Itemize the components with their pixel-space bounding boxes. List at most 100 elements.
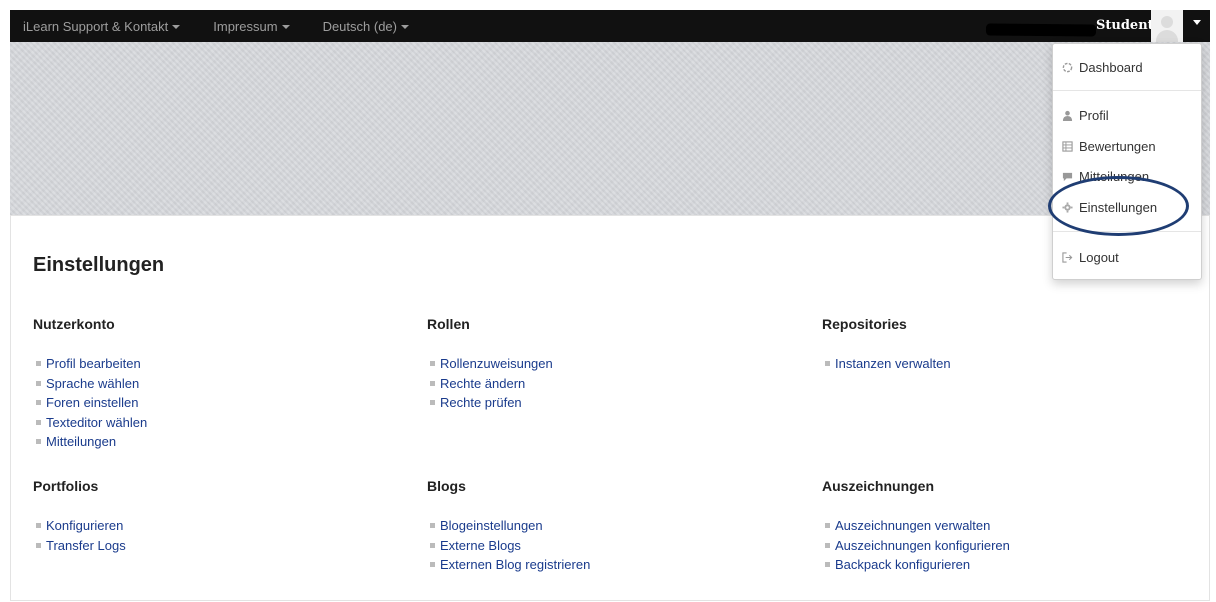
user-menu-toggle[interactable] [1186,10,1208,42]
list-item: Externe Blogs [427,536,590,556]
caret-down-icon [172,25,181,29]
link-rechte-pruefen[interactable]: Rechte prüfen [440,393,522,413]
menu-item-label: Einstellungen [1079,199,1158,215]
top-navbar: iLearn Support & Kontakt Impressum Deuts… [10,10,1210,42]
link-list: Konfigurieren Transfer Logs [33,516,126,555]
section-rollen: Rollen Rollenzuweisungen Rechte ändern R… [427,316,553,413]
list-item: Profil bearbeiten [33,354,147,374]
list-item: Transfer Logs [33,536,126,556]
caret-down-icon [1193,20,1201,25]
menu-item-profil[interactable]: Profil [1053,103,1201,127]
link-blogeinstellungen[interactable]: Blogeinstellungen [440,516,543,536]
nav-item-label: iLearn Support & Kontakt [23,18,169,34]
section-title: Blogs [427,478,466,494]
link-konfigurieren[interactable]: Konfigurieren [46,516,123,536]
link-externen-blog-registrieren[interactable]: Externen Blog registrieren [440,555,590,575]
link-backpack-konfigurieren[interactable]: Backpack konfigurieren [835,555,970,575]
redacted-name [985,23,1097,37]
bullet-icon [430,523,435,529]
bullet-icon [36,439,41,445]
menu-item-einstellungen[interactable]: Einstellungen [1053,195,1201,219]
section-title: Repositories [822,316,907,332]
menu-divider [1053,90,1201,91]
list-item: Backpack konfigurieren [822,555,1010,575]
bullet-icon [36,361,41,367]
bullet-icon [430,380,435,386]
list-item: Blogeinstellungen [427,516,590,536]
menu-item-label: Dashboard [1079,59,1143,75]
link-auszeichnungen-verwalten[interactable]: Auszeichnungen verwalten [835,516,990,536]
menu-item-dashboard[interactable]: Dashboard [1053,55,1201,79]
nav-item-support[interactable]: iLearn Support & Kontakt [10,19,186,34]
list-item: Rollenzuweisungen [427,354,553,374]
link-list: Profil bearbeiten Sprache wählen Foren e… [33,354,147,452]
bullet-icon [36,523,41,529]
link-profil-bearbeiten[interactable]: Profil bearbeiten [46,354,141,374]
menu-item-label: Logout [1079,249,1119,265]
user-dropdown-menu: Dashboard Profil Bewertungen Mitteilunge… [1052,43,1202,280]
menu-item-label: Mitteilungen [1079,168,1150,184]
avatar[interactable] [1151,10,1183,42]
list-item: Auszeichnungen verwalten [822,516,1010,536]
user-name[interactable]: Student [1096,10,1154,42]
bullet-icon [36,419,41,425]
section-blogs: Blogs Blogeinstellungen Externe Blogs Ex… [427,478,590,575]
link-rechte-aendern[interactable]: Rechte ändern [440,374,525,394]
menu-item-label: Bewertungen [1079,138,1156,154]
list-item: Rechte ändern [427,374,553,394]
link-list: Blogeinstellungen Externe Blogs Externen… [427,516,590,575]
link-list: Instanzen verwalten [822,354,951,374]
settings-card: Einstellungen Nutzerkonto Profil bearbei… [10,215,1210,601]
section-title: Auszeichnungen [822,478,935,494]
grades-table-icon [1061,140,1073,152]
list-item: Foren einstellen [33,393,147,413]
section-portfolios: Portfolios Konfigurieren Transfer Logs [33,478,126,555]
bullet-icon [36,400,41,406]
link-foren-einstellen[interactable]: Foren einstellen [46,393,139,413]
link-transfer-logs[interactable]: Transfer Logs [46,536,126,556]
avatar-head [1161,16,1173,28]
list-item: Sprache wählen [33,374,147,394]
avatar-body [1156,30,1178,42]
list-item: Konfigurieren [33,516,126,536]
dashboard-icon [1061,61,1073,73]
list-item: Instanzen verwalten [822,354,951,374]
link-externe-blogs[interactable]: Externe Blogs [440,536,521,556]
menu-item-logout[interactable]: Logout [1053,245,1201,269]
link-texteditor-waehlen[interactable]: Texteditor wählen [46,413,147,433]
caret-down-icon [281,25,290,29]
message-icon [1061,170,1073,182]
link-rollenzuweisungen[interactable]: Rollenzuweisungen [440,354,553,374]
bullet-icon [825,361,830,367]
link-auszeichnungen-konfigurieren[interactable]: Auszeichnungen konfigurieren [835,536,1010,556]
page-title: Einstellungen [33,254,165,276]
gear-icon [1061,201,1073,213]
list-item: Rechte prüfen [427,393,553,413]
section-title: Nutzerkonto [33,316,115,332]
section-auszeichnungen: Auszeichnungen Auszeichnungen verwalten … [822,478,1010,575]
link-sprache-waehlen[interactable]: Sprache wählen [46,374,139,394]
bullet-icon [36,542,41,548]
link-list: Auszeichnungen verwalten Auszeichnungen … [822,516,1010,575]
section-title: Portfolios [33,478,99,494]
nav-item-impressum[interactable]: Impressum [200,19,295,34]
section-nutzerkonto: Nutzerkonto Profil bearbeiten Sprache wä… [33,316,147,452]
user-icon [1061,109,1073,121]
nav-item-label: Deutsch (de) [322,18,397,34]
link-mitteilungen[interactable]: Mitteilungen [46,432,116,452]
menu-item-mitteilungen[interactable]: Mitteilungen [1053,164,1201,188]
section-repositories: Repositories Instanzen verwalten [822,316,951,374]
bullet-icon [430,361,435,367]
bullet-icon [825,523,830,529]
header-banner [10,42,1210,218]
bullet-icon [430,562,435,568]
logout-icon [1061,251,1073,263]
menu-item-bewertungen[interactable]: Bewertungen [1053,134,1201,158]
link-instanzen-verwalten[interactable]: Instanzen verwalten [835,354,951,374]
bullet-icon [825,542,830,548]
nav-item-language[interactable]: Deutsch (de) [310,19,415,34]
nav-item-label: Impressum [213,18,278,34]
bullet-icon [825,562,830,568]
link-list: Rollenzuweisungen Rechte ändern Rechte p… [427,354,553,413]
bullet-icon [430,542,435,548]
